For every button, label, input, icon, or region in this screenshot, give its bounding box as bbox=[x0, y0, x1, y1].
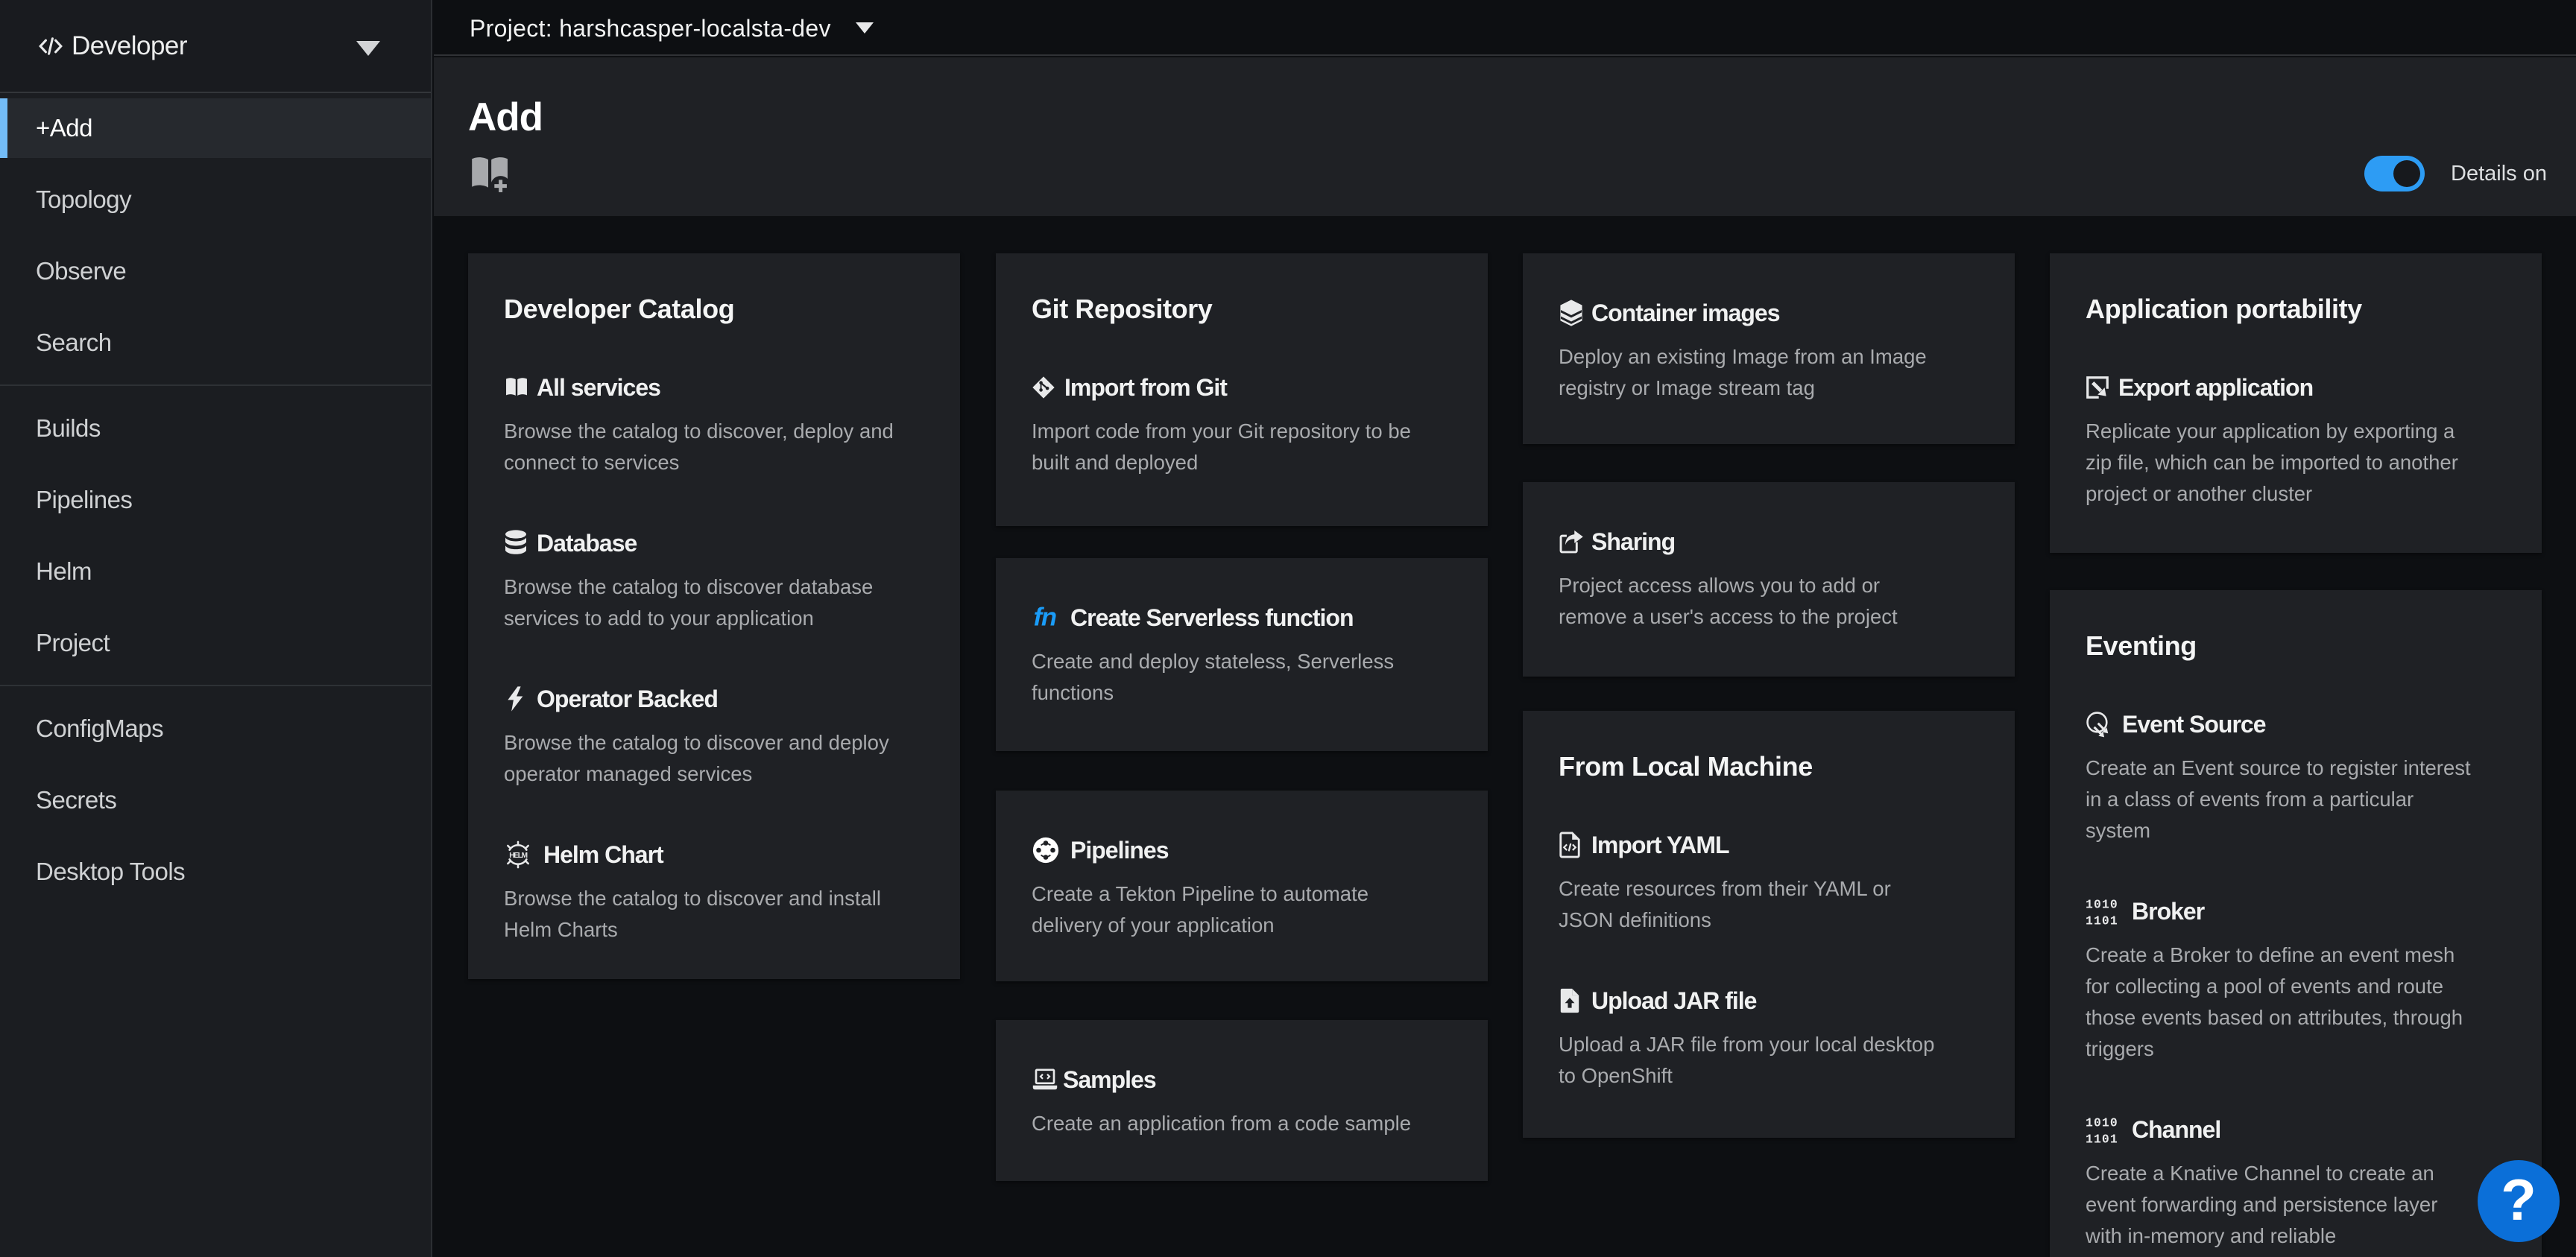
svg-text:1010: 1010 bbox=[2086, 898, 2118, 912]
svg-text:fn: fn bbox=[1034, 604, 1056, 632]
svg-text:1101: 1101 bbox=[2086, 1133, 2118, 1145]
svg-text:HELM: HELM bbox=[509, 852, 527, 860]
svg-text:1010: 1010 bbox=[2086, 1116, 2118, 1130]
svg-text:1101: 1101 bbox=[2086, 914, 2118, 927]
